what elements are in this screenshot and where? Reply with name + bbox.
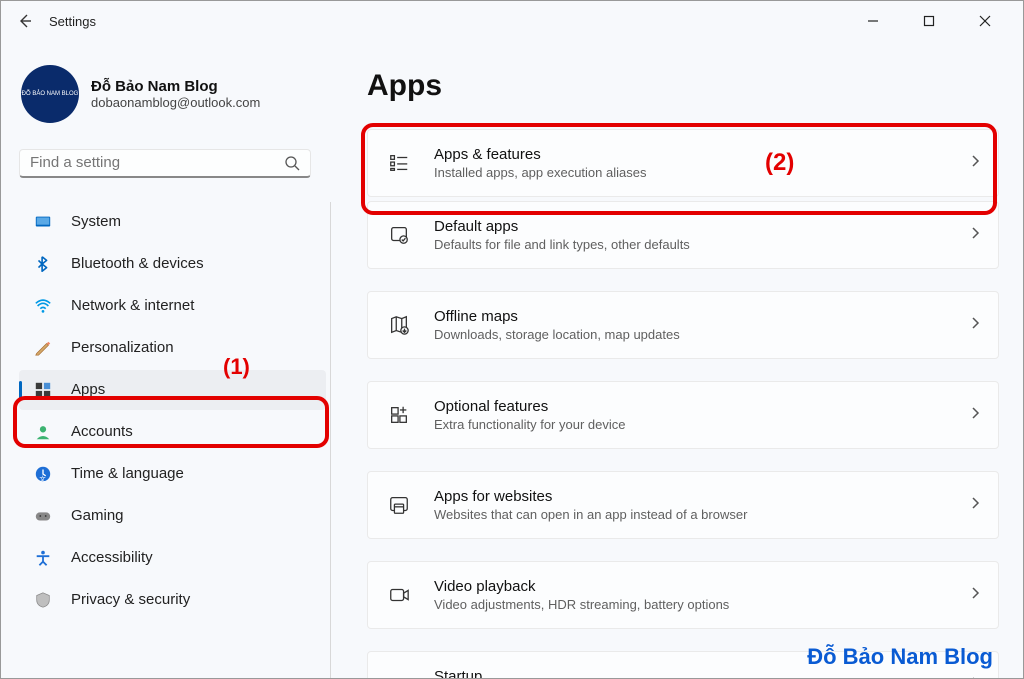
card-apps-websites[interactable]: Apps for websites Websites that can open… [367,471,999,539]
sidebar-item-personalization[interactable]: Personalization [19,328,326,368]
sidebar-item-gaming[interactable]: Gaming [19,496,326,536]
chevron-right-icon [970,316,980,335]
titlebar: Settings [1,1,1023,41]
privacy-icon [33,590,53,610]
window-controls [855,7,1015,35]
card-desc: Downloads, storage location, map updates [434,327,970,342]
sidebar-item-label: Time & language [71,465,184,482]
close-button[interactable] [967,7,1003,35]
card-optional-features[interactable]: Optional features Extra functionality fo… [367,381,999,449]
sidebar-item-privacy[interactable]: Privacy & security [19,580,326,620]
offline-maps-icon [386,312,412,338]
sidebar-item-accounts[interactable]: Accounts [19,412,326,452]
search-input[interactable] [30,154,284,171]
sidebar-item-label: Network & internet [71,297,194,314]
chevron-right-icon [970,406,980,425]
profile-email: dobaonamblog@outlook.com [91,95,260,110]
card-title: Apps & features [434,146,970,163]
card-title: Video playback [434,578,970,595]
network-icon [33,296,53,316]
profile-section[interactable]: ĐỖ BẢO NAM BLOG Đỗ Bảo Nam Blog dobaonam… [19,65,331,123]
sidebar-item-label: Privacy & security [71,591,190,608]
sidebar-item-network[interactable]: Network & internet [19,286,326,326]
cards-list: Apps & features Installed apps, app exec… [367,129,999,678]
back-button[interactable] [9,5,41,37]
card-desc: Defaults for file and link types, other … [434,237,970,252]
apps-icon [33,380,53,400]
card-title: Startup [434,668,970,678]
system-icon [33,212,53,232]
search-box[interactable] [19,149,311,178]
chevron-right-icon [970,154,980,173]
main-content: Apps Apps & features Installed apps, app… [331,41,1023,678]
minimize-icon [867,15,879,27]
sidebar-item-apps[interactable]: Apps [19,370,326,410]
maximize-button[interactable] [911,7,947,35]
sidebar-item-bluetooth[interactable]: Bluetooth & devices [19,244,326,284]
card-title: Offline maps [434,308,970,325]
card-video-playback[interactable]: Video playback Video adjustments, HDR st… [367,561,999,629]
search-icon [284,155,300,171]
card-desc: Installed apps, app execution aliases [434,165,970,180]
chevron-right-icon [970,226,980,245]
accessibility-icon [33,548,53,568]
card-startup[interactable]: Startup Apps that start automatically wh… [367,651,999,678]
card-default-apps[interactable]: Default apps Defaults for file and link … [367,201,999,269]
sidebar-item-label: Accessibility [71,549,153,566]
time-icon: 文 [33,464,53,484]
card-desc: Extra functionality for your device [434,417,970,432]
nav-list: System Bluetooth & devices Network & inter… [19,202,331,678]
chevron-right-icon [970,496,980,515]
apps-websites-icon [386,492,412,518]
accounts-icon [33,422,53,442]
card-offline-maps[interactable]: Offline maps Downloads, storage location… [367,291,999,359]
sidebar-item-label: Personalization [71,339,174,356]
personalization-icon [33,338,53,358]
sidebar-item-label: Accounts [71,423,133,440]
bluetooth-icon [33,254,53,274]
gaming-icon [33,506,53,526]
page-title: Apps [367,69,999,103]
profile-name: Đỗ Bảo Nam Blog [91,78,260,95]
svg-text:文: 文 [39,474,46,483]
app-title: Settings [49,14,96,29]
minimize-button[interactable] [855,7,891,35]
sidebar-item-label: Gaming [71,507,124,524]
apps-features-icon [386,150,412,176]
chevron-right-icon [970,586,980,605]
avatar: ĐỖ BẢO NAM BLOG [21,65,79,123]
card-desc: Websites that can open in an app instead… [434,507,970,522]
close-icon [979,15,991,27]
sidebar-item-label: Bluetooth & devices [71,255,204,272]
card-title: Default apps [434,218,970,235]
chevron-right-icon [970,676,980,679]
card-title: Apps for websites [434,488,970,505]
card-apps-features[interactable]: Apps & features Installed apps, app exec… [367,129,999,197]
maximize-icon [923,15,935,27]
sidebar-item-time[interactable]: 文 Time & language [19,454,326,494]
card-desc: Video adjustments, HDR streaming, batter… [434,597,970,612]
startup-icon [386,672,412,678]
card-title: Optional features [434,398,970,415]
default-apps-icon [386,222,412,248]
sidebar-item-accessibility[interactable]: Accessibility [19,538,326,578]
sidebar-item-label: Apps [71,381,105,398]
sidebar-item-label: System [71,213,121,230]
optional-features-icon [386,402,412,428]
sidebar-item-system[interactable]: System [19,202,326,242]
sidebar: ĐỖ BẢO NAM BLOG Đỗ Bảo Nam Blog dobaonam… [1,41,331,678]
back-arrow-icon [17,13,33,29]
video-playback-icon [386,582,412,608]
